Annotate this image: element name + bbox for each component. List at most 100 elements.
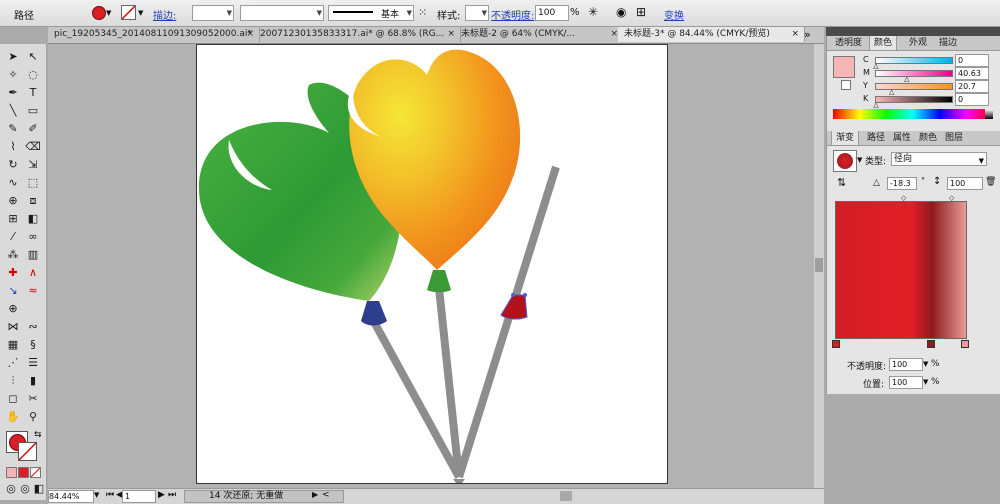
doc-tab[interactable]: 20071230135833317.ai* @ 68.8% (RG... × [254,27,461,42]
none-mode-icon[interactable] [30,467,41,478]
gradient-stop[interactable] [927,340,935,348]
gradient-ramp[interactable] [835,201,967,339]
pencil-tool-icon[interactable]: ✐ [24,122,42,136]
chevron-down-icon[interactable]: ▼ [857,156,862,164]
tab-transparency[interactable]: 透明度 [831,36,866,50]
red-knot[interactable] [500,294,528,320]
direct-selection-tool-icon[interactable]: ↖ [24,50,42,64]
anchor-point[interactable] [523,293,527,297]
pen-tool-icon[interactable]: ✒ [4,86,22,100]
stroke-link[interactable]: 描边: [153,7,176,22]
type-tool-icon[interactable]: T [24,86,42,100]
bar-chart-tool-icon[interactable]: ▮ [24,374,42,388]
magenta-slider[interactable]: △ [875,70,953,83]
slider-thumb[interactable]: △ [873,102,878,109]
paintbrush-tool-icon[interactable]: ✎ [4,122,22,136]
stop-opacity-input[interactable]: 100 [889,358,923,371]
slider-thumb[interactable]: △ [873,63,878,70]
close-icon[interactable]: × [791,27,799,42]
reverse-gradient-icon[interactable]: ⇅ [837,176,846,189]
tab-pathfinder[interactable]: 路径 [863,131,889,145]
gradient-tool-icon[interactable]: ◧ [24,212,42,226]
history-status[interactable]: 14 次还原; 无重做 [184,490,344,503]
distort-tool-icon[interactable]: § [24,338,42,352]
slice-tool-icon[interactable]: ◻ [4,392,22,406]
slider-thumb[interactable]: △ [889,89,894,96]
color-mode-icon[interactable] [6,467,17,478]
vertical-scrollbar[interactable] [814,44,824,488]
column-graph-tool-icon[interactable]: ▥ [24,248,42,262]
tab-gradient[interactable]: 渐变 [831,131,860,145]
fill-swatch[interactable] [92,6,106,20]
stroke-weight-dropdown[interactable]: ▼ [192,5,234,21]
eyedropper-tool-icon[interactable]: ⁄ [4,230,22,244]
chevron-down-icon[interactable]: ▼ [94,491,99,499]
anchor-point[interactable] [511,293,515,297]
blob-brush-tool-icon[interactable]: ⌇ [4,140,22,154]
angle-input[interactable]: -18.3 [887,177,917,190]
chart-tool-icon[interactable]: ⫶ [4,374,22,388]
envelope-tool-icon[interactable]: ⋈ [4,320,22,334]
zoom-tool-icon[interactable]: ⚲ [24,410,42,424]
mesh-tool-icon[interactable]: ⊞ [4,212,22,226]
zoom-field[interactable]: 84.44% [48,490,94,503]
slider-thumb[interactable]: △ [904,76,909,83]
black-input[interactable]: 0 [955,93,989,106]
globe-tool-icon[interactable]: ⊕ [4,302,22,316]
last-page-icon[interactable]: ⏭ [168,490,176,500]
screen-mode-icon[interactable]: ◧ [30,482,48,496]
horizontal-scroll-thumb[interactable] [560,491,572,501]
list-tool-icon[interactable]: ☰ [24,356,42,370]
gradient-stop-selected[interactable] [961,340,969,348]
path-direction-icon[interactable]: ↘ [4,284,22,298]
magenta-input[interactable]: 40.63 [955,67,989,80]
doc-tab[interactable]: pic_19205345_20140811091309052000.ai* × [48,27,260,42]
color-spectrum-bar[interactable] [833,109,993,119]
transform-link[interactable]: 变换 [664,7,684,22]
align-icon[interactable]: ⊞ [636,5,646,19]
graphic-style-dropdown[interactable]: ▼ [465,5,489,21]
tab-layers[interactable]: 图层 [941,131,967,145]
close-icon[interactable]: × [610,27,618,42]
close-icon[interactable]: × [447,27,455,42]
yellow-slider[interactable]: △ [875,83,953,96]
wave-tool-icon[interactable]: ∾ [24,320,42,334]
wave-path-icon[interactable]: ≈ [24,284,42,298]
opacity-link[interactable]: 不透明度: [491,7,534,22]
aspect-input[interactable]: 100 [947,177,983,190]
color-swatch[interactable] [833,56,855,78]
trash-icon[interactable]: 🗑 [985,177,996,187]
warp-tool-icon[interactable]: ∿ [4,176,22,190]
scissors-tool-icon[interactable]: ✂ [24,392,42,406]
recolor-icon[interactable]: ✳ [588,5,598,19]
convert-anchor-tool-icon[interactable]: ∧ [24,266,42,280]
black-white-ramp[interactable] [985,109,993,119]
stroke-mini-swatch[interactable] [841,80,851,90]
grid-tool-icon[interactable]: ▦ [4,338,22,352]
tab-stroke[interactable]: 描边 [935,36,961,50]
shape-builder-tool-icon[interactable]: ⊕ [4,194,22,208]
chevron-down-icon[interactable]: ▼ [138,9,143,17]
chevron-down-icon[interactable]: ▼ [923,360,928,368]
swap-arrows-icon[interactable]: ⇆ [34,430,42,440]
eraser-tool-icon[interactable]: ⌫ [24,140,42,154]
yellow-input[interactable]: 20.7 [955,80,989,93]
doc-tab-active[interactable]: 未标题-3* @ 84.44% (CMYK/预览) × [618,27,805,42]
tab-color-guide[interactable]: 颜色 [915,131,941,145]
tab-color[interactable]: 颜色 [869,36,898,50]
selection-tool-icon[interactable]: ➤ [4,50,22,64]
black-slider[interactable]: △ [873,96,953,109]
line-tool-icon[interactable]: ╲ [4,104,22,118]
scroll-left-icon[interactable]: < [322,490,330,500]
tab-attributes[interactable]: 属性 [889,131,915,145]
lasso-tool-icon[interactable]: ◌ [24,68,42,82]
magic-wand-tool-icon[interactable]: ✧ [4,68,22,82]
variable-width-dropdown[interactable]: ▼ [240,5,324,21]
options-icon[interactable]: ⁙ [418,6,427,19]
panel-dock-header[interactable] [826,27,1000,36]
add-anchor-tool-icon[interactable]: ✚ [4,266,22,280]
blend-tool-icon[interactable]: ∞ [24,230,42,244]
status-menu-icon[interactable]: ▶ [312,490,318,499]
free-transform-tool-icon[interactable]: ⬚ [24,176,42,190]
stroke-color-box[interactable] [18,442,37,461]
